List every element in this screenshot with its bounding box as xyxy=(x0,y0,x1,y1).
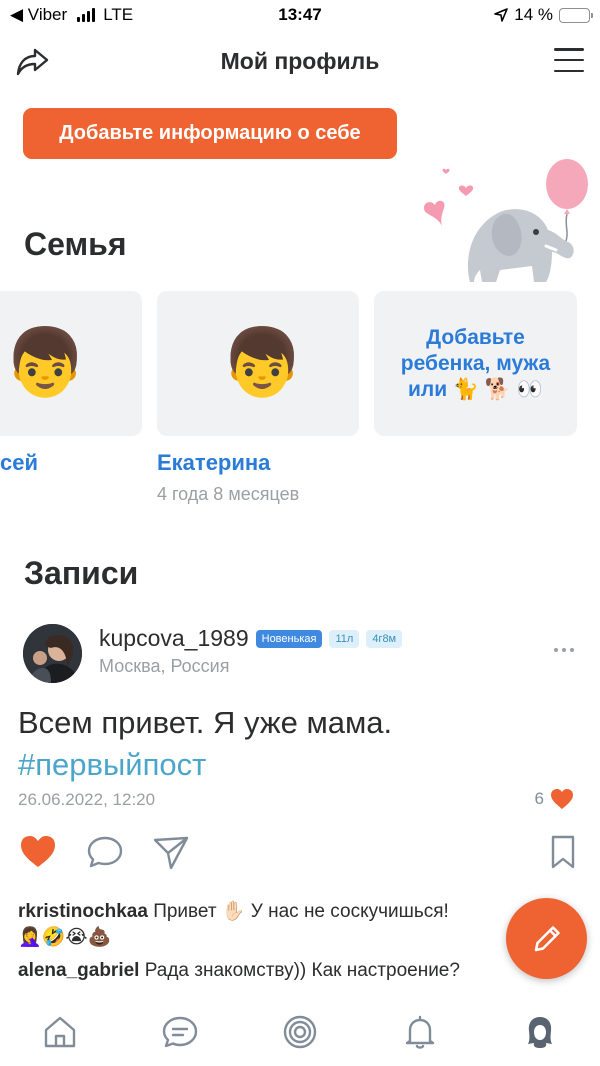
pencil-icon xyxy=(534,925,560,951)
comment-text: Привет ✋🏻 У нас не соскучишься! xyxy=(153,901,449,922)
profile-icon[interactable] xyxy=(520,1012,560,1052)
likes-number: 6 xyxy=(534,789,544,808)
status-right: 14 % xyxy=(494,5,593,25)
add-family-line: ребенка, мужа xyxy=(400,351,551,375)
bell-icon[interactable] xyxy=(400,1012,440,1052)
like-icon[interactable] xyxy=(18,832,58,872)
avatar[interactable] xyxy=(23,624,82,683)
menu-button[interactable] xyxy=(554,46,584,74)
elephant-balloon-illustration xyxy=(424,159,588,282)
family-member-name[interactable]: Екатерина xyxy=(157,450,270,476)
new-post-button[interactable] xyxy=(506,898,587,979)
status-bar: ◀ Viber LTE 13:47 14 % xyxy=(0,0,600,32)
post-date: 26.06.2022, 12:20 xyxy=(18,790,156,809)
boy-emoji: 👦 xyxy=(221,325,304,399)
child-age-badge: 4г8м xyxy=(366,629,403,648)
post-hashtag[interactable]: #первыйпост xyxy=(18,744,206,786)
comment-emojis: 🤦‍♀️🤣😭💩 xyxy=(18,927,112,948)
boy-emoji: 👦 xyxy=(4,325,87,399)
likes-count: 6 xyxy=(535,788,574,810)
newbie-badge: Новенькая xyxy=(255,629,323,648)
post-username[interactable]: kupcova_1989 xyxy=(99,625,249,652)
send-icon[interactable] xyxy=(151,832,191,872)
avatar-photo xyxy=(23,624,82,683)
post-location: Москва, Россия xyxy=(99,656,230,676)
post-actions xyxy=(0,832,600,876)
chat-icon[interactable] xyxy=(160,1012,200,1052)
age-badge: 11л xyxy=(329,629,360,648)
add-family-member-card[interactable]: Добавьте ребенка, мужа или 🐈 🐕 👀 xyxy=(374,291,577,436)
bookmark-icon[interactable] xyxy=(543,832,583,872)
family-card[interactable]: 👦 xyxy=(0,291,142,436)
comment-emoji-line: 🤦‍♀️🤣😭💩 xyxy=(18,925,568,949)
target-icon[interactable] xyxy=(280,1012,320,1052)
menu-line xyxy=(554,69,584,72)
add-family-line: или 🐈 🐕 👀 xyxy=(407,377,544,401)
more-dot xyxy=(554,648,558,652)
more-dot xyxy=(562,648,566,652)
more-dot xyxy=(570,648,574,652)
page-title: Мой профиль xyxy=(220,48,380,74)
posts-section-title: Записи xyxy=(24,555,139,591)
comment-icon[interactable] xyxy=(85,832,125,872)
family-member-age: 4 года 8 месяцев xyxy=(157,484,300,504)
family-card[interactable]: 👦 xyxy=(157,291,359,436)
comment-author[interactable]: alena_gabriel xyxy=(18,960,139,981)
location-arrow-icon xyxy=(494,8,509,22)
tab-bar xyxy=(0,1000,600,1066)
family-member-name[interactable]: сей xyxy=(0,450,38,476)
add-info-button[interactable]: Добавьте информацию о себе xyxy=(23,108,397,159)
battery-percent: 14 % xyxy=(514,5,553,24)
comment[interactable]: alena_gabriel Рада знакомству)) Как наст… xyxy=(18,960,538,982)
home-icon[interactable] xyxy=(40,1012,80,1052)
battery-icon xyxy=(559,7,593,23)
heart-small-icon xyxy=(551,789,573,809)
menu-line xyxy=(554,58,584,62)
header: Мой профиль xyxy=(0,36,600,88)
family-section-title: Семья xyxy=(24,226,127,262)
menu-line xyxy=(554,48,584,51)
comment-text: Рада знакомству)) Как настроение? xyxy=(144,960,460,981)
comment[interactable]: rkristinochkaa Привет ✋🏻 У нас не соскуч… xyxy=(18,899,568,923)
comment-author[interactable]: rkristinochkaa xyxy=(18,901,148,922)
add-family-text: Добавьте ребенка, мужа или 🐈 🐕 👀 xyxy=(401,325,550,403)
post-text: Всем привет. Я уже мама. xyxy=(18,705,393,740)
add-family-line: Добавьте xyxy=(426,325,525,349)
more-options-button[interactable] xyxy=(554,648,574,652)
post-author-row: kupcova_1989 Новенькая 11л 4г8м xyxy=(99,625,403,652)
